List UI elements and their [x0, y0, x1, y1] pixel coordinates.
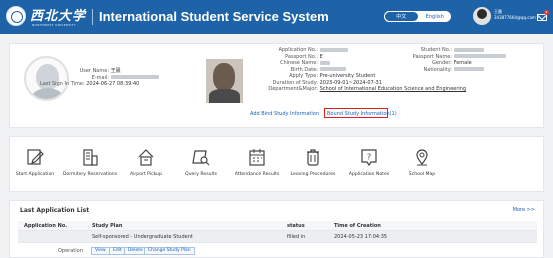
menu-application-notes[interactable]: ? Application Notes [340, 147, 398, 177]
university-name-en: NORTHWEST UNIVERSITY [32, 23, 76, 27]
passport-name-redacted [453, 54, 506, 58]
menu-label: School Map [408, 172, 436, 177]
last-sign-value: 2024-06-27 08:39:40 [86, 81, 140, 87]
email-redacted [110, 75, 159, 79]
operation-row: Operation View Edit Delete Change Study … [18, 245, 537, 257]
language-switch[interactable]: 中文 English [384, 11, 451, 22]
change-study-plan-button[interactable]: Change Study Plan [144, 247, 195, 255]
profile-fields: User Name: 王晨 E-mail: [65, 68, 159, 81]
col-study-plan: Study Plan [92, 222, 123, 229]
profile-panel: User Name: 王晨 E-mail: Last Sign In Time:… [9, 43, 544, 128]
menu-airport-pickup[interactable]: Airport Pickup [117, 147, 175, 177]
add-bind-study-link[interactable]: Add Bind Study Information [250, 111, 319, 118]
lang-chinese-button[interactable]: 中文 [384, 11, 419, 22]
student-photo [206, 59, 243, 103]
menu-attendance-results[interactable]: Attendance Results [228, 147, 286, 177]
last-sign-label: Last Sign In Time: [40, 81, 85, 87]
menu-label: Dormitory Reservations [62, 172, 118, 177]
list-title: Last Application List [20, 207, 90, 214]
menu-leaving-procedures[interactable]: Leaving Procedures [284, 147, 342, 177]
user-avatar[interactable] [473, 7, 491, 25]
col-status: status [287, 222, 305, 229]
passport-no-value: E [319, 53, 323, 60]
edit-icon [27, 149, 44, 165]
lang-english-button[interactable]: English [419, 11, 452, 22]
menu-label: Application Notes [348, 172, 390, 177]
menu-label: Leaving Procedures [290, 172, 336, 177]
table-header: Application No. Study Plan status Time o… [18, 221, 537, 231]
user-menu[interactable]: 王晨 343877664@qq.com▾ [494, 9, 539, 21]
student-no-redacted [453, 47, 484, 52]
help-icon: ? [361, 149, 377, 167]
university-name-cn: 西北大学 [30, 9, 87, 24]
profile-avatar [24, 56, 69, 101]
menu-label: Attendance Results [234, 172, 280, 177]
menu-label: Query Results [184, 172, 217, 177]
menu-dormitory-reservations[interactable]: Dormitory Reservations [61, 147, 119, 177]
top-header: 西北大学 NORTHWEST UNIVERSITY International … [0, 0, 553, 34]
table-row[interactable]: Self-sponsored - Undergraduate Student f… [18, 231, 537, 243]
user-name-value: 王晨 [110, 68, 121, 74]
gender-value: Female [453, 60, 472, 66]
cell-status: filled in [287, 233, 306, 240]
last-sign-row: Last Sign In Time: 2024-06-27 08:39:40 [40, 81, 139, 88]
duration-value: 2023-09-01~2024-07-31 [319, 79, 382, 86]
menu-label: Start Application [15, 172, 55, 177]
cell-study-plan: Self-sponsored - Undergraduate Student [92, 233, 193, 240]
calendar-icon [249, 149, 265, 166]
user-email: 343877664@qq.com [494, 15, 536, 20]
dept-value: School of International Education Scienc… [319, 86, 467, 92]
mail-icon[interactable] [537, 14, 547, 21]
more-link[interactable]: More >> [513, 207, 535, 213]
passport-fields: Student No.: Passport Name: Gender: Fema… [400, 47, 506, 73]
map-pin-icon [416, 149, 428, 166]
operation-label: Operation [58, 248, 83, 254]
col-app-no: Application No. [24, 222, 68, 229]
menu-label: Airport Pickup [129, 172, 162, 177]
nationality-redacted [453, 67, 484, 71]
header-divider [92, 9, 93, 25]
view-button[interactable]: View [91, 247, 110, 255]
nationality-label: Nationality: [423, 66, 452, 73]
col-time: Time of Creation [334, 222, 381, 229]
trash-icon [307, 149, 319, 166]
bound-study-link[interactable]: Bound Study Information(1) [327, 111, 397, 118]
svg-text:?: ? [367, 153, 371, 162]
search-doc-icon [192, 150, 210, 166]
apply-type-value: Pre-university Student [319, 73, 376, 79]
dept-label: Department&Major: [268, 86, 318, 92]
app-no-redacted [319, 47, 348, 52]
cell-time: 2024-05-23 17:04:35 [334, 233, 388, 240]
chinese-name-redacted [319, 60, 330, 65]
menu-query-results[interactable]: Query Results [172, 147, 230, 177]
university-seal-logo [6, 6, 26, 26]
airport-icon [138, 149, 154, 166]
menu-school-map[interactable]: School Map [393, 147, 451, 177]
application-list-panel: Last Application List More >> Applicatio… [9, 200, 544, 258]
mail-badge: 4 [544, 10, 549, 15]
system-title: International Student Service System [99, 9, 329, 24]
birth-date-redacted [319, 67, 346, 71]
menu-start-application[interactable]: Start Application [6, 147, 64, 177]
function-menu: Start Application Dormitory Reservations… [9, 136, 544, 192]
building-icon [83, 149, 98, 166]
